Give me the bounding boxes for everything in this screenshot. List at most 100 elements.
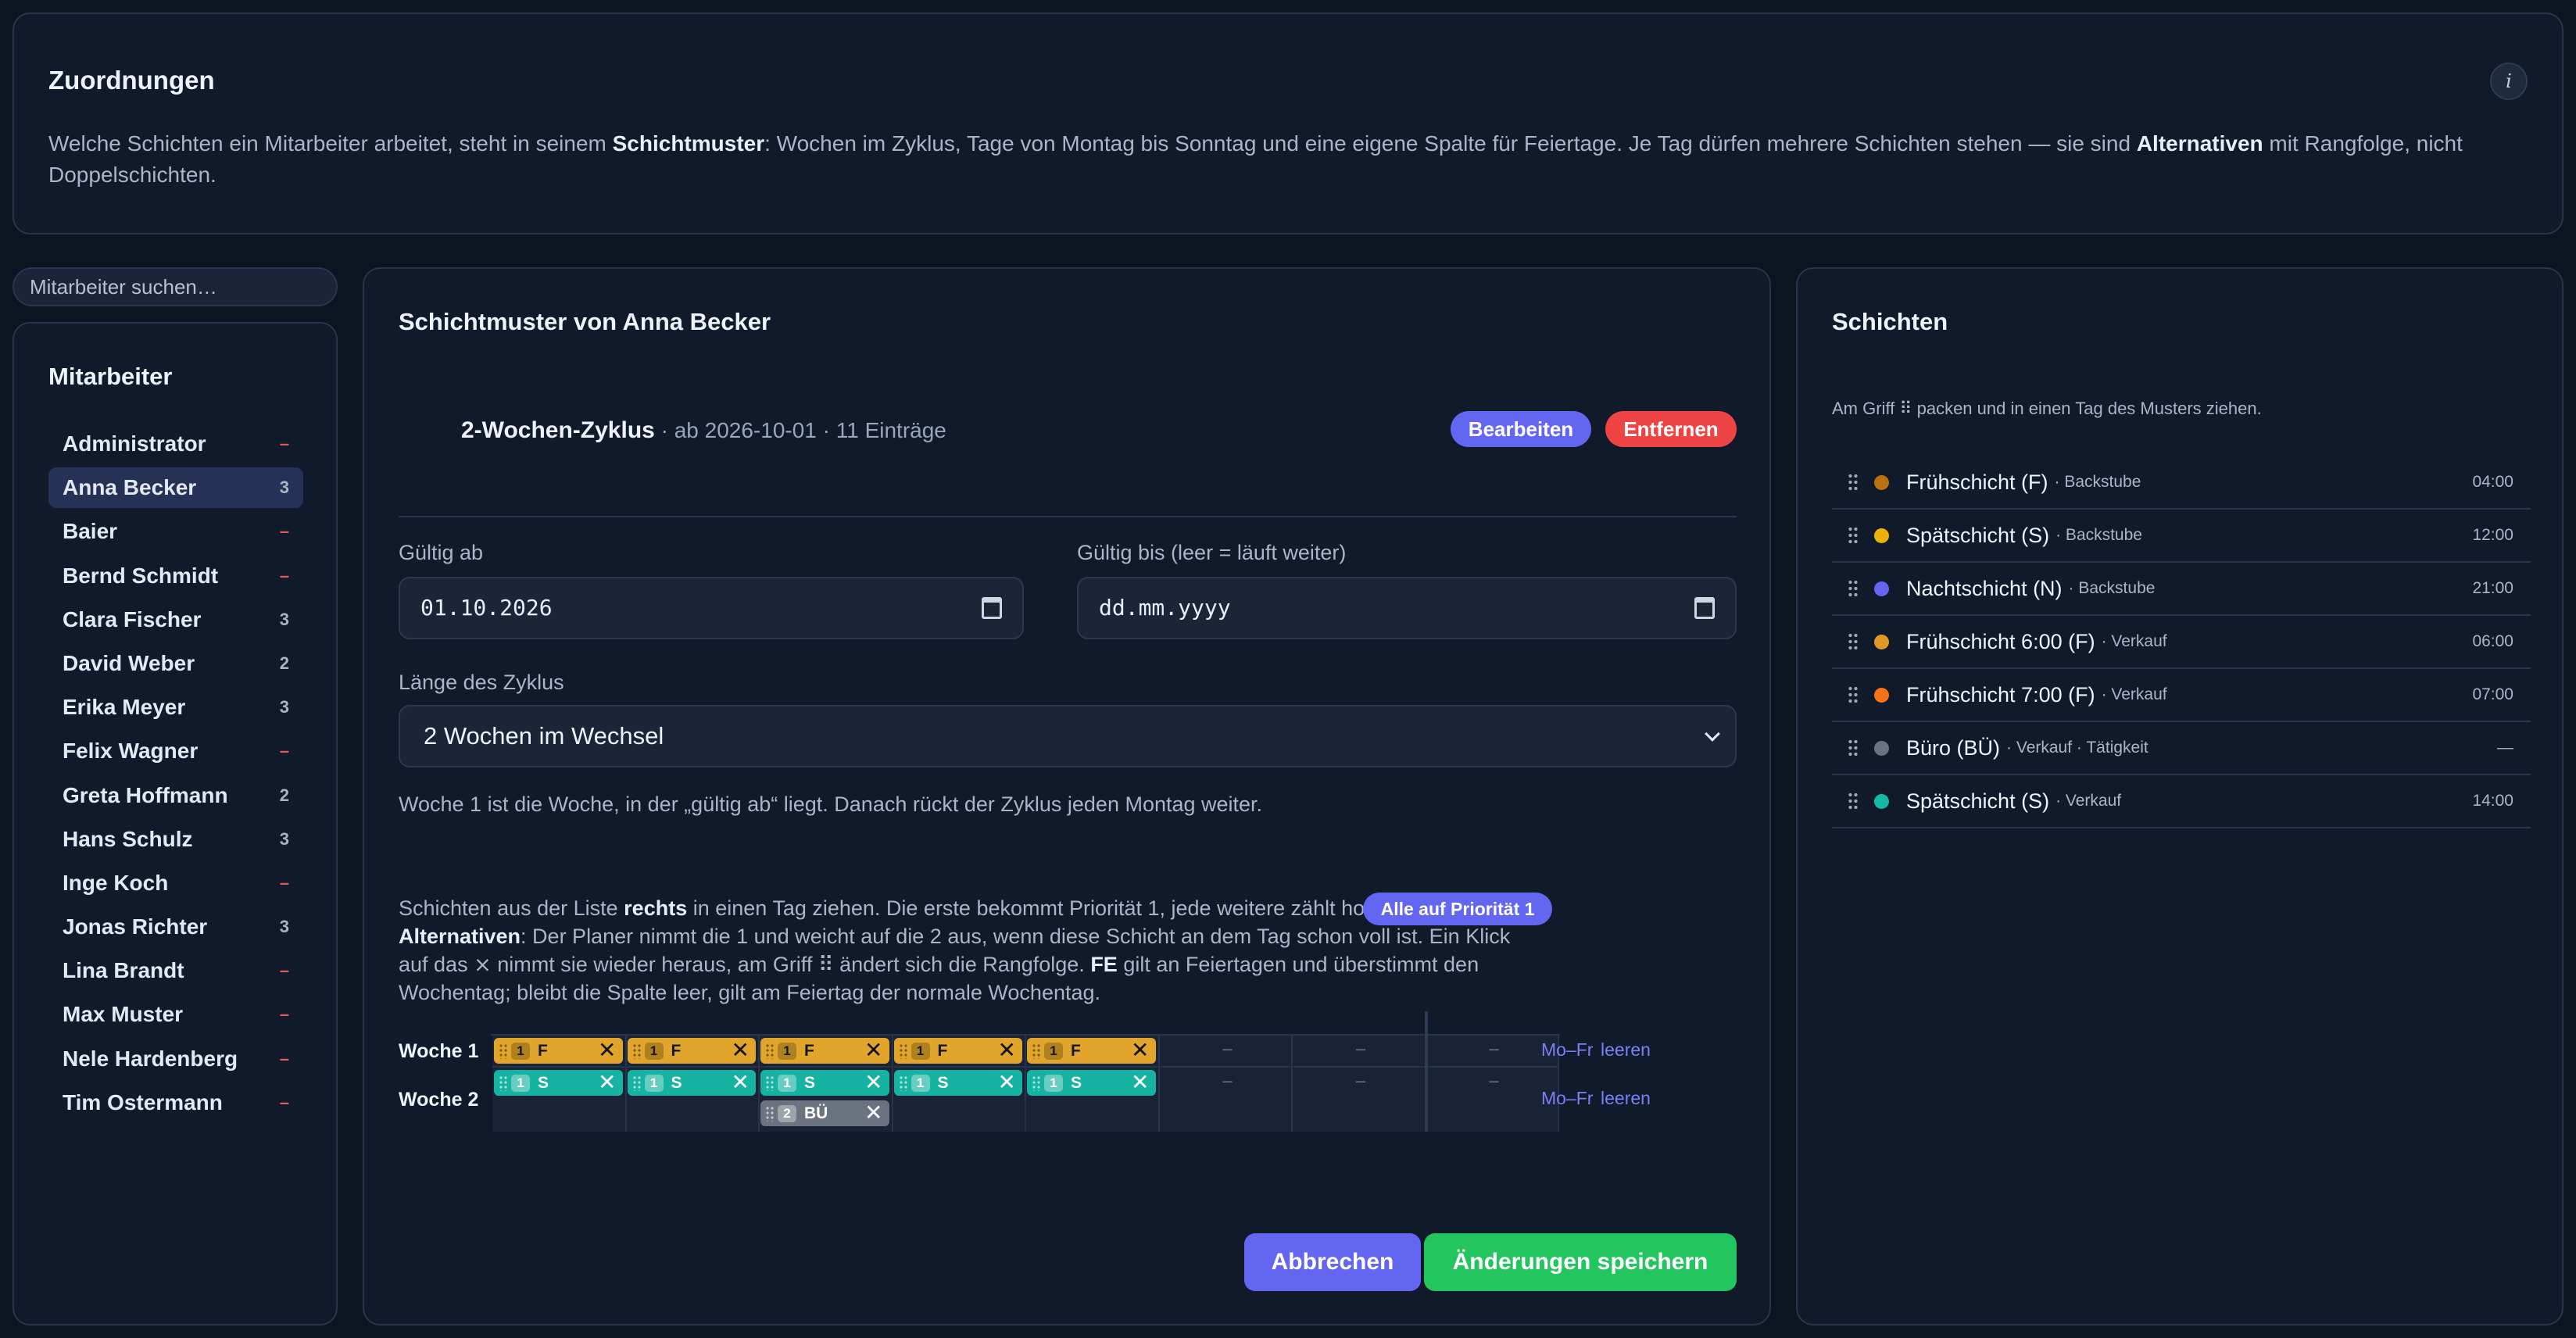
shift-item[interactable]: Frühschicht 7:00 (F) · Verkauf 07:00 [1832,669,2531,722]
employee-item[interactable]: Erika Meyer 3 [48,687,303,728]
remove-icon[interactable]: ✕ [1131,1071,1149,1094]
all-priority-1-button[interactable]: Alle auf Priorität 1 [1363,893,1552,925]
valid-to-label: Gültig bis (leer = läuft weiter) [1077,541,1347,564]
remove-icon[interactable]: ✕ [732,1071,750,1094]
drag-handle-icon[interactable] [765,1043,775,1059]
shift-code: S [804,1073,816,1092]
drag-handle-icon[interactable] [1032,1075,1041,1091]
shift-chip[interactable]: 1 S ✕ [494,1070,623,1096]
employee-pattern-count: – [279,961,289,981]
shift-start-time: 04:00 [2472,473,2513,491]
shift-item[interactable]: Spätschicht (S) · Backstube 12:00 [1832,510,2531,563]
drag-handle-icon[interactable] [631,1043,642,1059]
save-button[interactable]: Änderungen speichern [1424,1233,1737,1291]
shift-chip[interactable]: 1 F ✕ [627,1038,756,1064]
drag-handle-icon[interactable] [898,1043,908,1059]
drag-handle-icon[interactable] [499,1075,508,1091]
remove-icon[interactable]: ✕ [998,1071,1016,1094]
drag-handle-icon[interactable] [499,1043,508,1059]
employee-item[interactable]: Nele Hardenberg – [48,1039,303,1079]
shift-code: F [937,1041,948,1060]
shift-chip[interactable]: 1 S ✕ [1027,1070,1156,1096]
valid-from-field[interactable]: 01.10.2026 [399,577,1024,639]
employee-item[interactable]: David Weber 2 [48,643,303,684]
employee-pattern-count: 3 [279,917,289,937]
employee-item[interactable]: Bernd Schmidt – [48,556,303,596]
employee-item[interactable]: Greta Hoffmann 2 [48,775,303,816]
shift-item[interactable]: Spätschicht (S) · Verkauf 14:00 [1832,775,2531,828]
shift-code: F [671,1041,682,1060]
employee-item[interactable]: Clara Fischer 3 [48,599,303,640]
calendar-icon[interactable] [982,597,1002,619]
employee-item[interactable]: Jonas Richter 3 [48,907,303,947]
edit-button[interactable]: Bearbeiten [1451,411,1591,447]
employee-name: Bernd Schmidt [63,563,219,588]
shift-chip[interactable]: 1 F ✕ [494,1038,623,1064]
priority-badge: 1 [511,1074,530,1092]
employee-item[interactable]: Administrator – [48,424,303,464]
employee-pattern-count: – [279,741,289,761]
remove-icon[interactable]: ✕ [598,1071,616,1094]
info-icon[interactable]: i [2490,63,2528,100]
drag-handle-icon[interactable] [898,1075,908,1091]
shift-color-dot [1874,528,1889,543]
shift-chip[interactable]: 1 F ✕ [893,1038,1022,1064]
drag-handle-icon[interactable] [1848,473,1859,492]
drag-handle-icon[interactable] [1848,579,1859,598]
remove-icon[interactable]: ✕ [864,1039,882,1062]
shift-chip[interactable]: 1 F ✕ [1027,1038,1156,1064]
weekday-fill-link[interactable]: Mo–Fr [1541,1088,1593,1109]
grid-line [1025,1036,1026,1132]
employee-item[interactable]: Lina Brandt – [48,950,303,991]
shift-item[interactable]: Nachtschicht (N) · Backstube 21:00 [1832,563,2531,616]
shift-item[interactable]: Frühschicht (F) · Backstube 04:00 [1832,456,2531,510]
employee-name: Anna Becker [63,475,197,500]
remove-icon[interactable]: ✕ [598,1039,616,1062]
shift-chip[interactable]: 1 S ✕ [627,1070,756,1096]
employee-search-input[interactable] [13,267,338,306]
drag-handle-icon[interactable] [1848,632,1859,651]
employee-item[interactable]: Felix Wagner – [48,731,303,771]
shift-chip[interactable]: 1 S ✕ [760,1070,889,1096]
clear-week-link[interactable]: leeren [1601,1039,1651,1061]
drag-handle-icon[interactable] [631,1075,642,1091]
clear-week-link[interactable]: leeren [1601,1088,1651,1109]
remove-icon[interactable]: ✕ [1131,1039,1149,1062]
employee-item[interactable]: Hans Schulz 3 [48,819,303,860]
drag-handle-icon[interactable] [1848,685,1859,704]
drag-handle-icon[interactable] [1848,792,1859,810]
remove-icon[interactable]: ✕ [732,1039,750,1062]
shift-chip[interactable]: 1 S ✕ [893,1070,1022,1096]
shift-code: BÜ [804,1104,828,1122]
employee-pattern-count: 3 [279,828,289,849]
drag-handle-icon[interactable] [1032,1043,1041,1059]
priority-badge: 1 [778,1042,796,1060]
empty-cell-mark: – [1489,1039,1499,1058]
shift-chip[interactable]: 2 BÜ ✕ [760,1100,889,1126]
divider [399,516,1737,517]
valid-to-field[interactable]: dd.mm.yyyy [1077,577,1737,639]
remove-icon[interactable]: ✕ [864,1071,882,1094]
employee-name: Hans Schulz [63,826,193,851]
remove-icon[interactable]: ✕ [998,1039,1016,1062]
priority-badge: 1 [911,1042,930,1060]
week-label: Woche 1 [399,1040,479,1062]
cancel-button[interactable]: Abbrechen [1244,1233,1421,1291]
cycle-length-select[interactable]: 2 Wochen im Wechsel [399,705,1737,767]
remove-button[interactable]: Entfernen [1605,411,1737,447]
shift-chip[interactable]: 1 F ✕ [760,1038,889,1064]
calendar-icon[interactable] [1694,597,1715,619]
drag-handle-icon[interactable] [1848,739,1859,757]
info-panel: Zuordnungen Welche Schichten ein Mitarbe… [13,13,2563,234]
drag-handle-icon[interactable] [765,1075,775,1091]
drag-handle-icon[interactable] [1848,526,1859,545]
drag-handle-icon[interactable] [765,1105,775,1122]
shift-item[interactable]: Büro (BÜ) · Verkauf · Tätigkeit — [1832,722,2531,775]
employee-item[interactable]: Tim Ostermann – [48,1082,303,1123]
employee-item[interactable]: Baier – [48,511,303,552]
employee-item[interactable]: Inge Koch – [48,863,303,903]
employee-item[interactable]: Max Muster – [48,994,303,1035]
employee-item[interactable]: Anna Becker 3 [48,467,303,509]
shift-item[interactable]: Frühschicht 6:00 (F) · Verkauf 06:00 [1832,616,2531,669]
remove-icon[interactable]: ✕ [864,1101,882,1125]
